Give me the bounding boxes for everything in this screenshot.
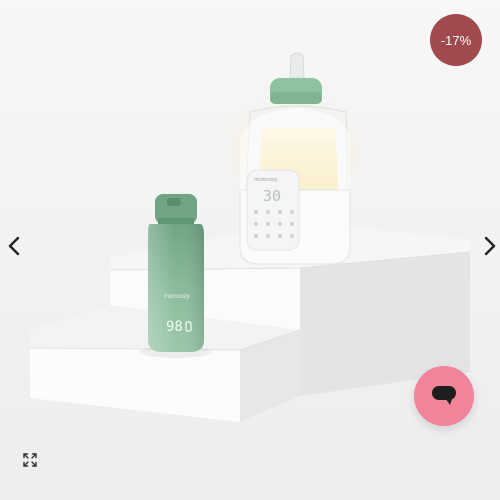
product-image-gallery: momcozy 30 momcozy 98 -17% [0, 0, 500, 500]
chevron-left-icon [8, 236, 20, 256]
previous-image-button[interactable] [0, 232, 28, 260]
product-photo: momcozy 30 momcozy 98 [0, 0, 500, 500]
chat-button[interactable] [414, 366, 474, 426]
warmer-brand: momcozy [254, 177, 278, 183]
warmer-display: 30 [263, 187, 281, 205]
next-image-button[interactable] [476, 232, 500, 260]
chat-bubble-icon [432, 386, 456, 405]
expand-icon [23, 453, 37, 467]
bottle-brand: momcozy [164, 294, 190, 300]
chevron-right-icon [484, 236, 496, 256]
expand-image-button[interactable] [18, 448, 42, 472]
discount-badge: -17% [430, 14, 482, 66]
bottle-display: 98 [166, 319, 183, 335]
